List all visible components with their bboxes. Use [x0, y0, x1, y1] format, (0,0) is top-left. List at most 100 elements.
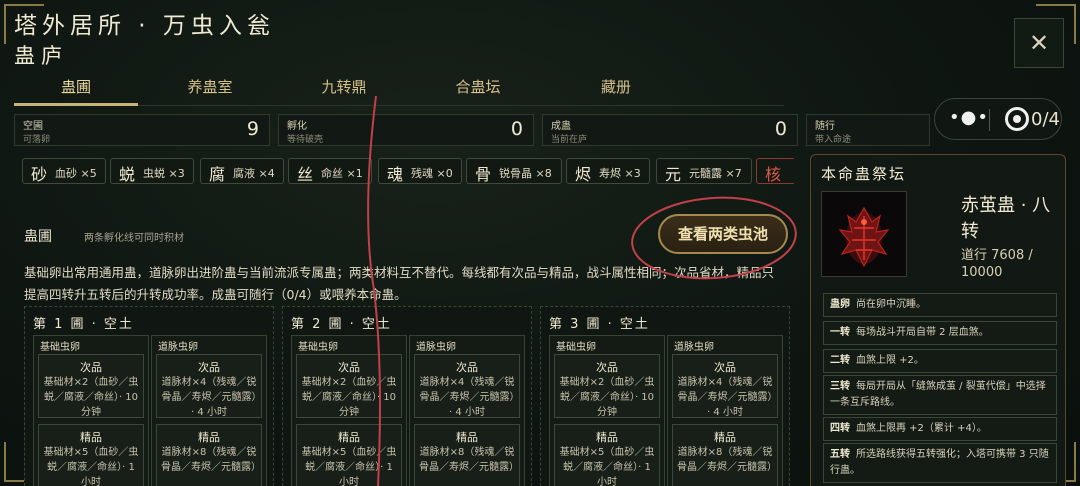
stat-sub: 当前在庐: [551, 135, 588, 145]
stage-row: 三转 每局开局从「缝煞成茧 / 裂茧代偿」中选择一条互斥路线。: [823, 375, 1057, 415]
option-title: 精品: [80, 431, 102, 444]
option-desc: 基础材×2（血砂／虫蜕／腐液／命丝）· 10 分钟: [43, 377, 139, 418]
stat-value: 0: [510, 118, 523, 140]
garden-slot: 第 1 圃 · 空土 基础虫卵 次品 基础材×2（血砂／虫蜕／腐液／命丝）· 1…: [24, 306, 274, 486]
option-title: 精品: [714, 431, 736, 444]
egg-option-low[interactable]: 次品 基础材×2（血砂／虫蜕／腐液／命丝）· 10 分钟: [38, 354, 144, 418]
material-glyph: 魂: [387, 165, 404, 184]
stage-row: 四转 血煞上限再 +2（累计 +4）。: [823, 417, 1057, 441]
stage-tier: 蛊卵: [830, 299, 850, 310]
option-desc: 道脉材×8（残魂／锐骨晶／寿烬／元髓露）: [161, 447, 261, 473]
option-desc: 基础材×2（血砂／虫蜕／腐液／命丝）· 10 分钟: [559, 377, 655, 418]
material-chip[interactable]: 骨 锐骨晶 ×8: [466, 158, 562, 184]
stat-empty-plots: 空圃 可落卵 9: [14, 114, 270, 146]
option-desc: 道脉材×8（残魂／锐骨晶／寿烬／元髓露）: [419, 447, 519, 473]
close-button[interactable]: ✕: [1014, 18, 1064, 68]
tab-nine-turn-cauldron[interactable]: 九转鼎: [282, 76, 406, 106]
slot-title: 第 1 圃 · 空土: [33, 317, 134, 332]
dao-egg-column: 道脉虫卵 次品 道脉材×4（残魂／锐骨晶／寿烬／元髓露）· 4 小时 精品 道脉…: [667, 335, 783, 486]
capsule-divider: [989, 109, 990, 131]
view-pools-button[interactable]: 查看两类虫池: [658, 214, 788, 254]
stat-label: 成蛊: [551, 121, 571, 132]
option-title: 次品: [198, 361, 220, 374]
egg-option-low[interactable]: 次品 基础材×2（血砂／虫蜕／腐液／命丝）· 10 分钟: [296, 354, 402, 418]
gu-portrait: [821, 191, 907, 277]
section-description: 基础卵出常用通用蛊，道脉卵出进阶蛊与当前流派专属蛊；两类材料互不替代。每线都有次…: [24, 265, 775, 302]
stage-tier: 二转: [830, 355, 850, 366]
stat-label: 随行: [815, 121, 835, 132]
dao-egg-column: 道脉虫卵 次品 道脉材×4（残魂／锐骨晶／寿烬／元髓露）· 4 小时 精品 道脉…: [151, 335, 267, 486]
material-glyph: 砂: [31, 165, 48, 184]
tab-bar: 蛊圃 养蛊室 九转鼎 合蛊坛 藏册: [14, 72, 784, 106]
option-title: 精品: [338, 431, 360, 444]
material-chip[interactable]: 丝 命丝 ×1: [288, 158, 372, 184]
option-title: 次品: [596, 361, 618, 374]
egg-option-low[interactable]: 次品 基础材×2（血砂／虫蜕／腐液／命丝）· 10 分钟: [554, 354, 660, 418]
slot-title: 第 2 圃 · 空土: [291, 317, 392, 332]
material-name: 残魂 ×0: [411, 167, 453, 180]
material-glyph: 核: [765, 165, 782, 184]
material-glyph: 蜕: [119, 165, 136, 184]
stage-row: 二转 血煞上限 +2。: [823, 349, 1057, 373]
egg-option-high[interactable]: 精品 基础材×5（血砂／虫蜕／腐液／命丝）· 1 小时: [38, 424, 144, 486]
material-chip[interactable]: 核: [756, 158, 794, 184]
material-chip[interactable]: 元 元髓露 ×7: [656, 158, 752, 184]
option-title: 精品: [198, 431, 220, 444]
material-chip[interactable]: 腐 腐液 ×4: [200, 158, 284, 184]
gu-daoxing: 道行 7608 / 10000: [961, 248, 1033, 280]
tab-merge-altar[interactable]: 合蛊坛: [416, 76, 540, 106]
material-glyph: 丝: [297, 165, 314, 184]
stage-text: 血煞上限再 +2（累计 +4）。: [856, 423, 987, 434]
stage-row: 五转 所选路线获得五转强化；入塔可携带 3 只随行蛊。: [823, 443, 1057, 483]
tab-garden[interactable]: 蛊圃: [14, 76, 138, 106]
stage-text: 所选路线获得五转强化；入塔可携带 3 只随行蛊。: [830, 449, 1049, 476]
stat-companions: 随行 带入命途: [806, 114, 930, 146]
egg-option-high[interactable]: 精品 基础材×5（血砂／虫蜕／腐液／命丝）· 1 小时: [296, 424, 402, 486]
target-icon[interactable]: [1005, 107, 1029, 131]
column-head: 基础虫卵: [298, 342, 338, 353]
section-note: 两条孵化线可同时积材: [84, 233, 184, 244]
egg-option-high[interactable]: 精品 道脉材×8（残魂／锐骨晶／寿烬／元髓露）: [156, 424, 262, 486]
tab-breeding-room[interactable]: 养蛊室: [148, 76, 272, 106]
page-subtitle: 蛊庐: [14, 44, 68, 68]
garden-slot: 第 2 圃 · 空土 基础虫卵 次品 基础材×2（血砂／虫蜕／腐液／命丝）· 1…: [282, 306, 532, 486]
egg-option-low[interactable]: 次品 道脉材×4（残魂／锐骨晶／寿烬／元髓露）· 4 小时: [672, 354, 778, 418]
egg-option-high[interactable]: 精品 道脉材×8（残魂／锐骨晶／寿烬／元髓露）: [672, 424, 778, 486]
material-chip[interactable]: 蜕 虫蜕 ×3: [110, 158, 194, 184]
more-icon[interactable]: •●•: [949, 107, 989, 128]
egg-option-low[interactable]: 次品 道脉材×4（残魂／锐骨晶／寿烬／元髓露）· 4 小时: [414, 354, 520, 418]
red-cocoon-gu-icon: [822, 192, 906, 276]
stage-row: 一转 每场战斗开局自带 2 层血煞。: [823, 321, 1057, 345]
stat-sub: 等待破壳: [287, 135, 324, 145]
column-head: 基础虫卵: [556, 342, 596, 353]
stat-grown: 成蛊 当前在庐 0: [542, 114, 798, 146]
basic-egg-column: 基础虫卵 次品 基础材×2（血砂／虫蜕／腐液／命丝）· 10 分钟 精品 基础材…: [291, 335, 407, 486]
close-icon: ✕: [1028, 29, 1050, 57]
material-glyph: 骨: [475, 165, 492, 184]
stage-text: 每局开局从「缝煞成茧 / 裂茧代偿」中选择一条互斥路线。: [830, 381, 1046, 408]
stat-value: 0: [774, 118, 787, 140]
stat-sub: 带入命途: [815, 135, 852, 145]
option-title: 次品: [714, 361, 736, 374]
egg-option-high[interactable]: 精品 道脉材×8（残魂／锐骨晶／寿烬／元髓露）: [414, 424, 520, 486]
stage-text: 血煞上限 +2。: [856, 355, 924, 366]
material-chip[interactable]: 魂 残魂 ×0: [378, 158, 462, 184]
material-name: 锐骨晶 ×8: [499, 167, 552, 180]
material-chip[interactable]: 烬 寿烬 ×3: [566, 158, 650, 184]
option-desc: 基础材×5（血砂／虫蜕／腐液／命丝）· 1 小时: [301, 447, 397, 486]
stat-sub: 可落卵: [23, 135, 51, 145]
material-name: 虫蜕 ×3: [143, 167, 185, 180]
tab-collection[interactable]: 藏册: [554, 76, 678, 106]
material-chip[interactable]: 砂 血砂 ×5: [22, 158, 106, 184]
companion-count: 0/4: [1031, 109, 1060, 130]
dao-egg-column: 道脉虫卵 次品 道脉材×4（残魂／锐骨晶／寿烬／元髓露）· 4 小时 精品 道脉…: [409, 335, 525, 486]
egg-option-high[interactable]: 精品 基础材×5（血砂／虫蜕／腐液／命丝）· 1 小时: [554, 424, 660, 486]
slot-title: 第 3 圃 · 空土: [549, 317, 650, 332]
material-name: 命丝 ×1: [321, 167, 363, 180]
option-title: 精品: [456, 431, 478, 444]
option-desc: 基础材×2（血砂／虫蜕／腐液／命丝）· 10 分钟: [301, 377, 397, 418]
egg-option-low[interactable]: 次品 道脉材×4（残魂／锐骨晶／寿烬／元髓露）· 4 小时: [156, 354, 262, 418]
material-glyph: 元: [665, 165, 682, 184]
material-list: 砂 血砂 ×5 蜕 虫蜕 ×3 腐 腐液 ×4 丝 命丝 ×1 魂 残魂 ×0 …: [22, 158, 794, 184]
stat-hatching: 孵化 等待破壳 0: [278, 114, 534, 146]
